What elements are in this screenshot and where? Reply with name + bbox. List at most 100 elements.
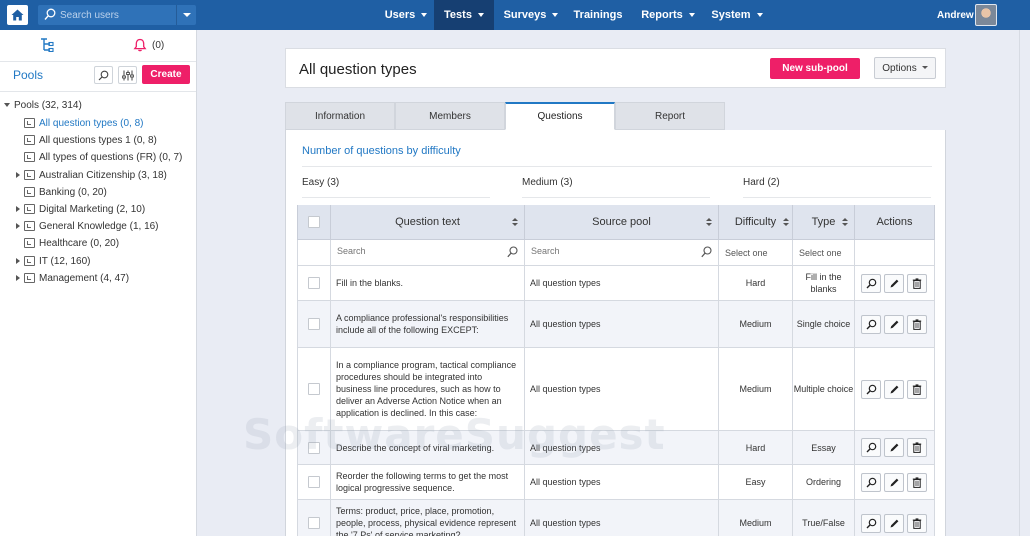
trash-button[interactable]: [907, 379, 927, 399]
source-search-input[interactable]: [531, 246, 681, 256]
actions-cell: [855, 301, 935, 347]
row-checkbox[interactable]: [308, 441, 320, 454]
column-header-source[interactable]: Source pool: [525, 205, 719, 240]
table-row[interactable]: Terms: product, price, place, promotion,…: [297, 500, 935, 536]
sort-icon[interactable]: [842, 218, 848, 227]
source-pool-cell: All question types: [525, 266, 719, 300]
user-name[interactable]: Andrew: [937, 10, 974, 21]
column-header-type[interactable]: Type: [793, 205, 855, 240]
trash-button[interactable]: [907, 314, 927, 334]
difficulty-section-title: Number of questions by difficulty: [302, 145, 461, 157]
difficulty-medium-count: Medium (3): [522, 177, 573, 188]
tree-item-pool[interactable]: Management (4, 47): [14, 271, 129, 285]
tab-questions[interactable]: Questions: [505, 102, 615, 130]
trash-icon: [912, 318, 922, 330]
view-button[interactable]: [861, 273, 881, 293]
tree-item-pool[interactable]: IT (12, 160): [14, 254, 91, 268]
difficulty-filter-select[interactable]: Select one: [719, 240, 793, 266]
tree-item-pool[interactable]: Healthcare (0, 20): [14, 236, 119, 250]
row-checkbox[interactable]: [308, 517, 320, 529]
tree-item-pool[interactable]: All questions types 1 (0, 8): [14, 133, 157, 147]
view-icon: [866, 319, 876, 329]
tab-label: Report: [654, 110, 685, 122]
create-button[interactable]: Create: [142, 65, 190, 84]
options-label: Options: [882, 62, 917, 74]
nav-surveys[interactable]: Surveys: [497, 0, 565, 30]
avatar[interactable]: [975, 4, 997, 26]
edit-button[interactable]: [884, 472, 904, 492]
tree-item-label: Management (4, 47): [39, 272, 130, 284]
search-users-input[interactable]: [60, 7, 170, 23]
nav-trainings[interactable]: Trainings: [568, 0, 628, 30]
sort-icon[interactable]: [783, 218, 789, 227]
new-subpool-button[interactable]: New sub-pool: [770, 58, 860, 79]
table-row[interactable]: Fill in the blanks. All question types Har…: [297, 266, 935, 301]
options-button[interactable]: Options: [874, 57, 936, 79]
tree-item-pool[interactable]: All types of questions (FR) (0, 7): [14, 150, 182, 164]
tree-item-pool[interactable]: Digital Marketing (2, 10): [14, 202, 145, 216]
column-header-difficulty[interactable]: Difficulty: [719, 205, 793, 240]
caret-right-icon[interactable]: [14, 170, 24, 180]
tab-members[interactable]: Members: [395, 102, 505, 130]
edit-icon: [890, 478, 898, 486]
search-dropdown-toggle[interactable]: [176, 5, 196, 25]
caret-right-icon[interactable]: [14, 204, 24, 214]
home-button[interactable]: [7, 5, 28, 25]
caret-right-icon[interactable]: [14, 221, 24, 231]
tab-information[interactable]: Information: [285, 102, 395, 130]
table-row[interactable]: In a compliance program, tactical compli…: [297, 348, 935, 431]
scrollbar[interactable]: [1019, 30, 1030, 536]
question-search-input[interactable]: [337, 246, 487, 256]
view-button[interactable]: [861, 379, 881, 399]
trash-button[interactable]: [907, 273, 927, 293]
source-pool-cell: All question types: [525, 348, 719, 430]
nav-tests[interactable]: Tests: [434, 0, 494, 30]
tree-item-pool[interactable]: Australian Citizenship (3, 18): [14, 168, 167, 182]
table-row[interactable]: Describe the concept of viral marketing.…: [297, 431, 935, 465]
type-filter-select[interactable]: Select one: [793, 240, 855, 266]
question-text-cell: Describe the concept of viral marketing.: [331, 431, 525, 464]
row-checkbox[interactable]: [308, 383, 320, 395]
tree-item-pool[interactable]: General Knowledge (1, 16): [14, 219, 159, 233]
nav-reports[interactable]: Reports: [636, 0, 700, 30]
view-button[interactable]: [861, 513, 881, 533]
edit-button[interactable]: [884, 513, 904, 533]
type-filter-value: Select one: [799, 248, 842, 258]
trash-button[interactable]: [907, 438, 927, 457]
tab-report[interactable]: Report: [615, 102, 725, 130]
trash-button[interactable]: [907, 472, 927, 492]
tree-view-icon[interactable]: [40, 38, 54, 52]
bell-icon[interactable]: [133, 38, 147, 52]
edit-button[interactable]: [884, 379, 904, 399]
row-checkbox[interactable]: [308, 476, 320, 488]
caret-right-icon[interactable]: [14, 273, 24, 283]
filter-settings-button[interactable]: [118, 66, 137, 84]
trash-button[interactable]: [907, 513, 927, 533]
sort-icon[interactable]: [706, 218, 712, 227]
tree-root-pools[interactable]: Pools (32, 314): [4, 100, 82, 111]
tab-label: Questions: [537, 111, 583, 122]
table-row[interactable]: Reorder the following terms to get the m…: [297, 465, 935, 500]
view-button[interactable]: [861, 472, 881, 492]
tree-item-pool[interactable]: Banking (0, 20): [14, 185, 107, 199]
difficulty-cell: Easy: [719, 465, 793, 499]
view-button[interactable]: [861, 438, 881, 457]
row-checkbox[interactable]: [308, 318, 320, 330]
edit-button[interactable]: [884, 314, 904, 334]
column-header-question[interactable]: Question text: [331, 205, 525, 240]
sort-icon[interactable]: [512, 218, 518, 227]
edit-button[interactable]: [884, 438, 904, 457]
row-checkbox[interactable]: [308, 277, 320, 289]
table-row[interactable]: A compliance professional's responsibili…: [297, 301, 935, 348]
select-all-checkbox[interactable]: [308, 216, 320, 228]
search-pools-button[interactable]: [94, 66, 113, 84]
view-button[interactable]: [861, 314, 881, 334]
tree-item-pool[interactable]: All question types (0, 8): [14, 116, 144, 130]
actions-cell: [855, 266, 935, 300]
edit-button[interactable]: [884, 273, 904, 293]
column-header-actions: Actions: [855, 205, 935, 240]
search-icon: [701, 246, 712, 258]
nav-users[interactable]: Users: [378, 0, 434, 30]
nav-system[interactable]: System: [706, 0, 768, 30]
caret-right-icon[interactable]: [14, 256, 24, 266]
